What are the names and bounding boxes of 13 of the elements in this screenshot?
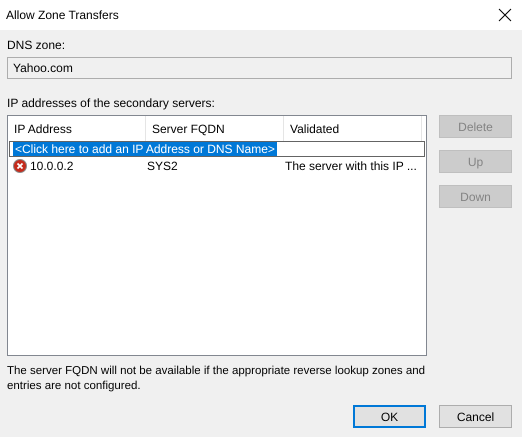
dialog-button[interactable]: OK: [353, 405, 426, 428]
note-text: The server FQDN will not be available if the appropriate reverse lookup zones and entries are not configured.: [7, 364, 426, 394]
field-label: DNS zone:: [7, 38, 66, 52]
server-list[interactable]: IP Address Server FQDN Validated <Click here to add an IP Address or DNS Name> 10.0.0.2 SYS2 The server with this IP ...: [7, 115, 427, 356]
table-cell: The server with this IP ...: [285, 159, 417, 173]
table-cell: 10.0.0.2: [30, 159, 74, 173]
list-label: IP addresses of the secondary servers:: [7, 96, 216, 110]
dialog-button[interactable]: Cancel: [439, 405, 512, 428]
close-button[interactable]: [498, 8, 512, 22]
dns-zone-field[interactable]: Yahoo.com: [7, 57, 512, 79]
window-title: Allow Zone Transfers: [6, 8, 119, 22]
table-cell: SYS2: [147, 159, 178, 173]
add-row[interactable]: <Click here to add an IP Address or DNS Name>: [9, 141, 425, 157]
